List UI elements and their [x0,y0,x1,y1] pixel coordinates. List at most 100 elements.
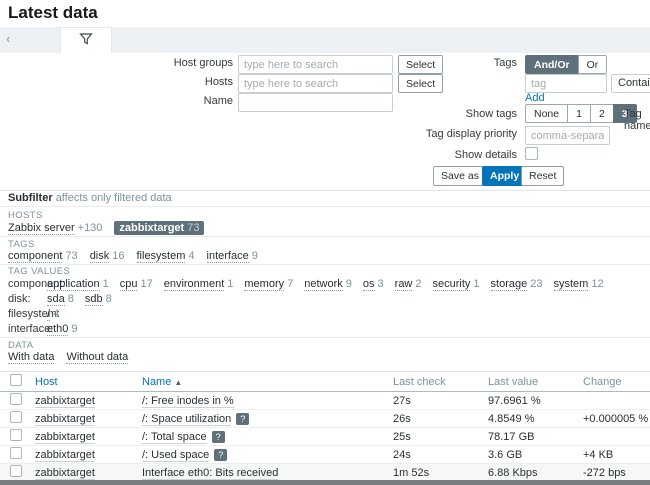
subfilter-hosts-header: HOSTS [8,210,43,221]
show-tags-option-2[interactable]: 2 [590,104,614,123]
subfilter-tag-label[interactable]: component [8,250,62,263]
host-link[interactable]: zabbixtarget [35,413,95,426]
subfilter-hosts-items: Zabbix server+130 zabbixtarget73 [8,221,204,235]
show-tags-option-1[interactable]: 1 [567,104,591,123]
row-checkbox[interactable] [10,447,22,459]
tag-value-count: 17 [140,278,152,290]
subfilter-host-count: 73 [187,222,199,234]
subfilter-tag-item[interactable]: disk16 [90,250,125,262]
tag-value-label[interactable]: sdb [85,293,103,306]
host-link[interactable]: zabbixtarget [35,431,95,444]
column-header-name[interactable]: Name▲ [132,372,383,392]
subfilter-host-item[interactable]: Zabbix server+130 [8,222,102,234]
tag-value-item[interactable]: eth09 [47,323,78,335]
change-cell [573,392,650,410]
tag-value-label[interactable]: / [47,308,50,321]
tag-value-item[interactable]: /4 [47,308,59,320]
subfilter-data-items: With data Without data [8,351,128,364]
save-as-button[interactable]: Save as [433,166,487,186]
tag-value-item[interactable]: memory7 [244,278,293,290]
subfilter-tag-label[interactable]: interface [207,250,249,263]
item-name-link[interactable]: /: Total space [142,431,207,444]
horizontal-scrollbar[interactable] [0,480,650,485]
tag-operator-select[interactable]: Contains [611,74,650,93]
row-checkbox[interactable] [10,429,22,441]
show-tags-option-none[interactable]: None [525,104,568,123]
tag-value-label[interactable]: memory [244,278,284,291]
item-name-link[interactable]: /: Space utilization [142,413,231,426]
tag-value-item[interactable]: environment1 [164,278,234,290]
tag-value-label[interactable]: application [47,278,100,291]
tag-value-item[interactable]: sda8 [47,293,74,305]
row-checkbox[interactable] [10,465,22,477]
tag-value-label[interactable]: os [363,278,375,291]
item-name-link[interactable]: /: Used space [142,449,209,462]
name-input[interactable] [238,93,393,112]
tag-value-item[interactable]: network9 [304,278,352,290]
tags-label: Tags [437,57,517,69]
show-details-checkbox[interactable] [525,147,538,160]
subfilter-tag-label[interactable]: filesystem [137,250,186,263]
change-cell: -272 bps [573,464,650,482]
tag-value-label[interactable]: sda [47,293,65,306]
hosts-input[interactable] [238,74,393,93]
tags-mode-or[interactable]: Or [578,55,608,74]
tag-value-label[interactable]: raw [395,278,413,291]
item-name-link[interactable]: /: Free inodes in % [142,395,234,408]
tag-value-label[interactable]: cpu [120,278,138,291]
row-checkbox[interactable] [10,411,22,423]
host-link[interactable]: zabbixtarget [35,467,95,480]
hint-icon[interactable]: ? [212,431,225,443]
tab-filter[interactable] [60,27,112,53]
hint-icon[interactable]: ? [236,413,249,425]
hint-icon[interactable]: ? [214,449,227,461]
tag-value-label[interactable]: eth0 [47,323,68,336]
tag-value-label[interactable]: security [433,278,471,291]
subfilter-data-link[interactable]: With data [8,351,54,364]
subfilter-tag-count: 4 [188,250,194,262]
tag-value-label[interactable]: system [554,278,589,291]
scroll-tabs-left-icon[interactable]: ‹ [6,31,10,46]
tag-value-label[interactable]: environment [164,278,225,291]
tag-value-group-label: filesystem: [8,308,47,320]
subfilter-host-item[interactable]: zabbixtarget73 [114,221,204,235]
tag-value-item[interactable]: raw2 [395,278,422,290]
tag-value-label[interactable]: storage [491,278,528,291]
host-groups-input[interactable] [238,55,393,74]
tag-value-item[interactable]: system12 [554,278,604,290]
column-header-host[interactable]: Host [25,372,132,392]
host-groups-label: Host groups [103,57,233,69]
tag-value-item[interactable]: sdb8 [85,293,112,305]
select-all-checkbox[interactable] [10,374,22,386]
column-header-last-value: Last value [478,372,573,392]
host-link[interactable]: zabbixtarget [35,449,95,462]
tag-value-item[interactable]: storage23 [491,278,543,290]
tag-display-priority-input[interactable] [525,126,610,145]
subfilter-host-label[interactable]: Zabbix server [8,222,75,235]
add-tag-link[interactable]: Add [525,92,545,104]
last-check-cell: 24s [383,446,478,464]
table-row: zabbixtarget/: Total space?25s78.17 GB [0,428,650,446]
tag-input[interactable] [525,74,607,93]
tag-display-priority-label: Tag display priority [387,128,517,140]
tag-value-item[interactable]: security1 [433,278,480,290]
tag-value-item[interactable]: application1 [47,278,109,290]
last-check-cell: 1m 52s [383,464,478,482]
subfilter-host-label[interactable]: zabbixtarget [119,222,184,234]
tag-value-label[interactable]: network [304,278,343,291]
item-name-link[interactable]: Interface eth0: Bits received [142,467,278,480]
row-checkbox[interactable] [10,393,22,405]
subfilter-tag-label[interactable]: disk [90,250,110,263]
tag-value-item[interactable]: os3 [363,278,384,290]
hosts-select-button[interactable]: Select [398,74,443,93]
subfilter-data-link[interactable]: Without data [66,351,128,364]
reset-button[interactable]: Reset [521,166,564,186]
tag-value-item[interactable]: cpu17 [120,278,153,290]
tags-mode-and-or[interactable]: And/Or [525,55,579,74]
tag-value-group: disk:sda8sdb8 [8,293,615,308]
subfilter-tag-item[interactable]: component73 [8,250,78,262]
host-link[interactable]: zabbixtarget [35,395,95,408]
last-value-cell: 97.6961 % [478,392,573,410]
subfilter-tag-item[interactable]: interface9 [207,250,258,262]
subfilter-tag-item[interactable]: filesystem4 [137,250,195,262]
